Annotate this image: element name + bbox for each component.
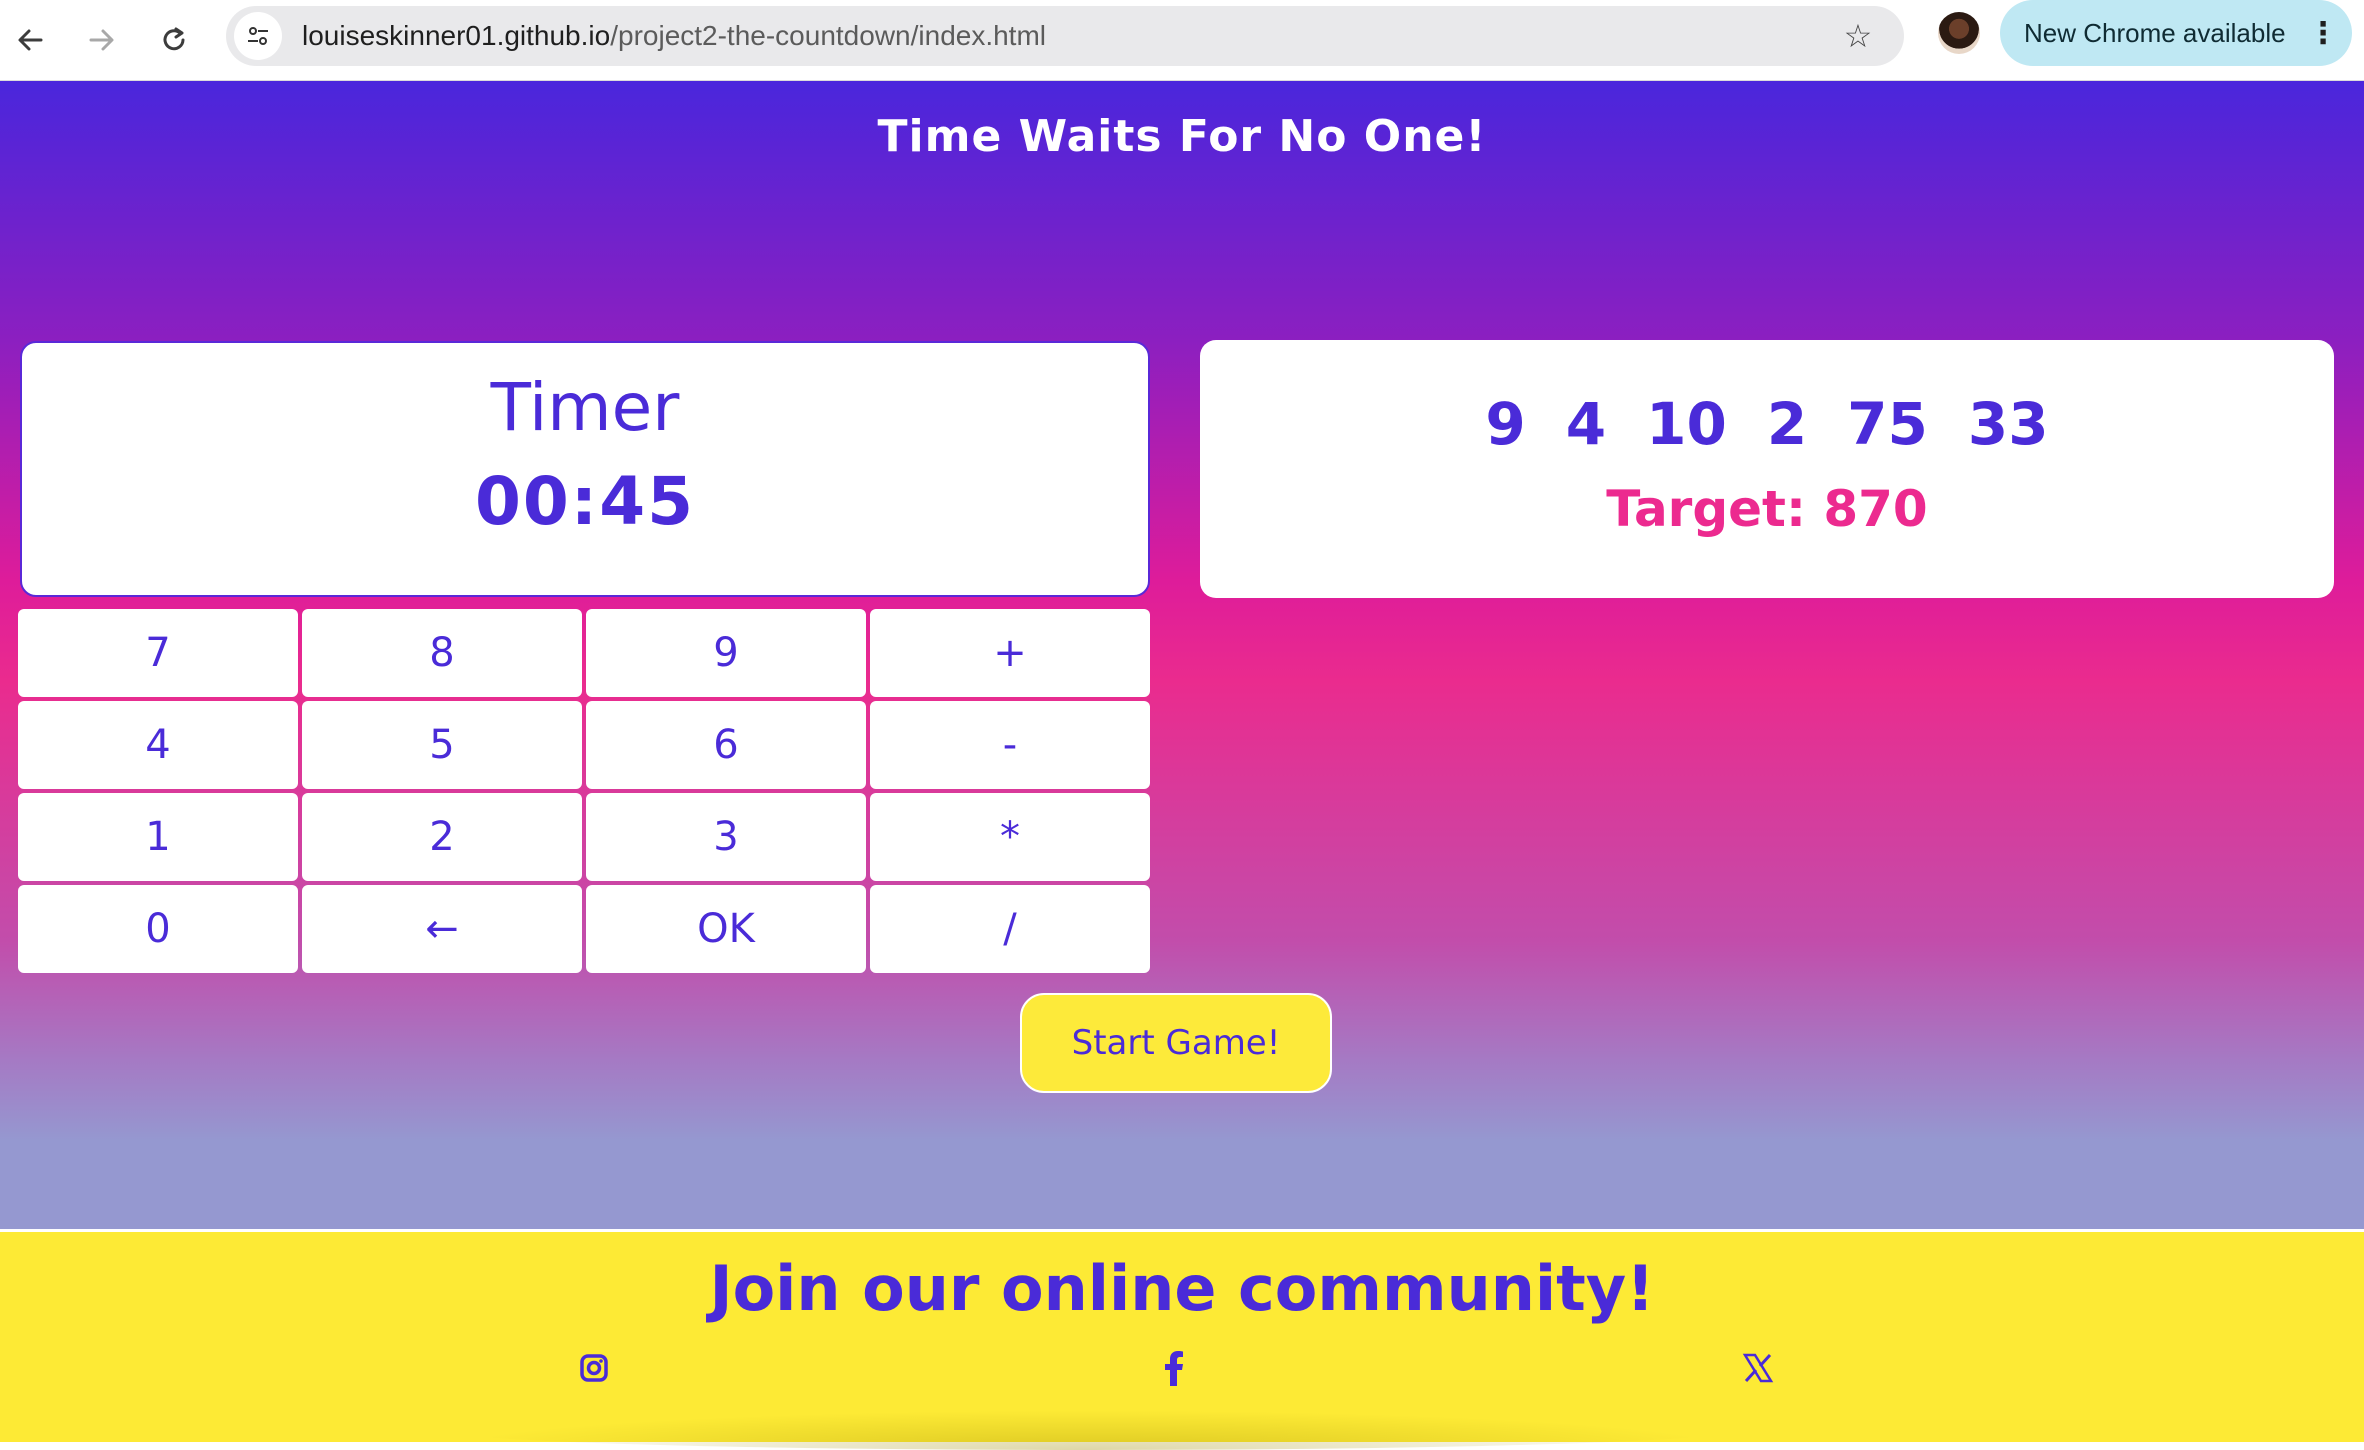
facebook-glyph bbox=[1165, 1351, 1183, 1386]
key-9[interactable]: 9 bbox=[586, 609, 866, 697]
key-3[interactable]: 3 bbox=[586, 793, 866, 881]
back-arrow-icon bbox=[18, 29, 43, 51]
page-headline: Time Waits For No One! bbox=[877, 111, 1487, 162]
facebook-icon[interactable] bbox=[1154, 1348, 1194, 1388]
key-plus[interactable]: + bbox=[870, 609, 1150, 697]
key-6[interactable]: 6 bbox=[586, 701, 866, 789]
key-backspace[interactable]: ← bbox=[302, 885, 582, 973]
key-ok[interactable]: OK bbox=[586, 885, 866, 973]
key-divide[interactable]: / bbox=[870, 885, 1150, 973]
key-4[interactable]: 4 bbox=[18, 701, 298, 789]
bookmark-star-icon[interactable]: ☆ bbox=[1834, 12, 1882, 60]
footer: Join our online community! bbox=[0, 1229, 2364, 1450]
x-glyph bbox=[1742, 1353, 1774, 1383]
timer-title: Timer bbox=[490, 369, 680, 446]
key-7[interactable]: 7 bbox=[18, 609, 298, 697]
keypad: 7 8 9 + 4 5 6 - 1 2 3 * 0 ← OK / bbox=[18, 609, 1154, 1057]
timer-value: 00:45 bbox=[474, 463, 696, 540]
reload-icon bbox=[163, 27, 185, 51]
forward-button[interactable] bbox=[74, 12, 130, 68]
key-2[interactable]: 2 bbox=[302, 793, 582, 881]
key-0[interactable]: 0 bbox=[18, 885, 298, 973]
timer-card: Timer 00:45 bbox=[20, 341, 1150, 597]
url-path: /project2-the-countdown/index.html bbox=[610, 20, 1047, 51]
game-page: Time Waits For No One! Timer 00:45 9 4 1… bbox=[0, 81, 2364, 1450]
number-tile: 2 bbox=[1766, 390, 1808, 458]
key-multiply[interactable]: * bbox=[870, 793, 1150, 881]
number-tile: 9 bbox=[1485, 390, 1526, 458]
update-label: New Chrome available bbox=[2024, 18, 2286, 48]
reload-button[interactable] bbox=[146, 12, 202, 68]
footer-shadow bbox=[440, 1410, 1740, 1450]
forward-arrow-icon bbox=[89, 29, 114, 51]
browser-toolbar: louiseskinner01.github.io/project2-the-c… bbox=[0, 0, 2364, 81]
instagram-icon[interactable] bbox=[574, 1348, 614, 1388]
x-icon[interactable] bbox=[1738, 1348, 1778, 1388]
key-5[interactable]: 5 bbox=[302, 701, 582, 789]
footer-title: Join our online community! bbox=[709, 1252, 1655, 1325]
url-host: louiseskinner01.github.io bbox=[302, 20, 611, 51]
number-tile: 75 bbox=[1847, 390, 1928, 458]
numbers-row: 9 4 10 2 75 33 bbox=[1200, 390, 2334, 458]
profile-avatar[interactable] bbox=[1938, 12, 1980, 54]
chrome-update-button[interactable]: New Chrome available ⋮ bbox=[2000, 0, 2352, 66]
address-bar[interactable]: louiseskinner01.github.io/project2-the-c… bbox=[226, 6, 1904, 66]
target-value: Target: 870 bbox=[1606, 480, 1928, 538]
tune-icon bbox=[248, 27, 268, 45]
url-text[interactable]: louiseskinner01.github.io/project2-the-c… bbox=[302, 6, 1046, 66]
key-8[interactable]: 8 bbox=[302, 609, 582, 697]
site-info-button[interactable] bbox=[234, 12, 282, 60]
start-game-button[interactable]: Start Game! bbox=[1020, 993, 1332, 1093]
number-tile: 10 bbox=[1646, 390, 1727, 458]
number-tile: 33 bbox=[1967, 390, 2049, 458]
back-button[interactable] bbox=[2, 12, 58, 68]
numbers-card: 9 4 10 2 75 33 Target: 870 bbox=[1200, 340, 2334, 598]
key-1[interactable]: 1 bbox=[18, 793, 298, 881]
more-menu-icon[interactable]: ⋮ bbox=[2308, 9, 2338, 57]
number-tile: 4 bbox=[1565, 390, 1607, 458]
key-minus[interactable]: - bbox=[870, 701, 1150, 789]
